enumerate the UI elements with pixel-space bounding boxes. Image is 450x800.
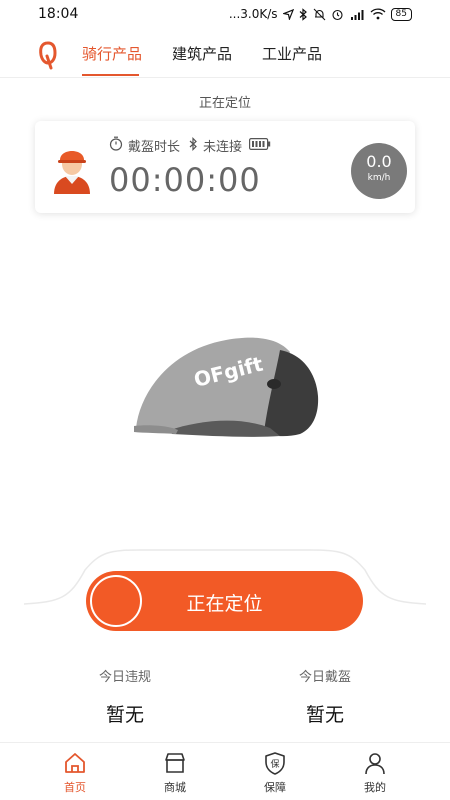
wifi-icon — [370, 8, 386, 20]
product-tabs: 骑行产品 建筑产品 工业产品 — [0, 34, 450, 78]
nav-home[interactable]: 首页 — [35, 743, 115, 800]
app-logo-icon — [36, 40, 60, 70]
wear-duration-timer: 00:00:00 — [109, 161, 261, 199]
tab-cycling-products[interactable]: 骑行产品 — [82, 43, 142, 75]
nav-home-label: 首页 — [64, 781, 86, 794]
today-violations-label: 今日违规 — [98, 670, 151, 685]
helmet-image: OFgift — [130, 332, 330, 442]
shield-icon: 保 — [263, 751, 287, 775]
nav-protection-label: 保障 — [264, 781, 286, 794]
bluetooth-icon — [299, 7, 308, 21]
stopwatch-icon — [109, 136, 123, 155]
speed-value: 0.0 — [366, 152, 392, 171]
alarm-off-icon — [313, 8, 326, 21]
status-time: 18:04 — [38, 6, 79, 22]
nav-store-label: 商城 — [164, 781, 186, 794]
today-helmet-stat: 今日戴盔 暂无 — [260, 666, 390, 727]
tab-industrial-products[interactable]: 工业产品 — [262, 43, 322, 75]
wear-duration-label: 戴盔时长 — [128, 140, 181, 155]
speed-badge: 0.0 km/h — [351, 143, 407, 199]
user-icon — [363, 751, 387, 775]
navigation-arrow-icon — [282, 8, 294, 20]
connection-status: 未连接 — [203, 140, 243, 155]
locate-button-label: 正在定位 — [186, 594, 263, 615]
nav-protection[interactable]: 保 保障 — [235, 743, 315, 800]
battery-icon: 85 — [390, 7, 412, 21]
status-bar: 18:04 ...3.0K/s 85 — [0, 0, 450, 28]
nav-profile-label: 我的 — [364, 781, 386, 794]
tab-construction-products[interactable]: 建筑产品 — [172, 43, 232, 75]
speed-unit: km/h — [367, 173, 391, 183]
device-battery-icon — [249, 137, 271, 154]
today-helmet-value: 暂无 — [305, 704, 344, 726]
nav-store[interactable]: 商城 — [135, 743, 215, 800]
network-speed: ...3.0K/s — [228, 7, 278, 21]
rider-avatar — [52, 138, 92, 194]
today-helmet-label: 今日戴盔 — [298, 670, 351, 685]
bottom-nav: 首页 商城 保 保障 我的 — [0, 742, 450, 800]
locate-button[interactable]: 正在定位 — [86, 571, 363, 631]
nav-profile[interactable]: 我的 — [335, 743, 415, 800]
today-violations-value: 暂无 — [105, 704, 144, 726]
store-icon — [163, 751, 187, 775]
today-violations-stat: 今日违规 暂无 — [60, 666, 190, 727]
alarm-clock-icon — [331, 8, 344, 21]
locating-status: 正在定位 — [198, 96, 251, 111]
status-indicators: ...3.0K/s 85 — [229, 5, 412, 23]
card-meta-row: 戴盔时长 未连接 — [109, 136, 271, 155]
active-tab-indicator — [82, 74, 139, 76]
bluetooth-icon — [189, 136, 198, 155]
svg-text:保: 保 — [270, 758, 279, 770]
home-icon — [63, 751, 87, 775]
signal-4g-icon — [349, 8, 365, 21]
riding-info-card: 戴盔时长 未连接 00:00:00 0.0 km/h — [35, 121, 415, 213]
